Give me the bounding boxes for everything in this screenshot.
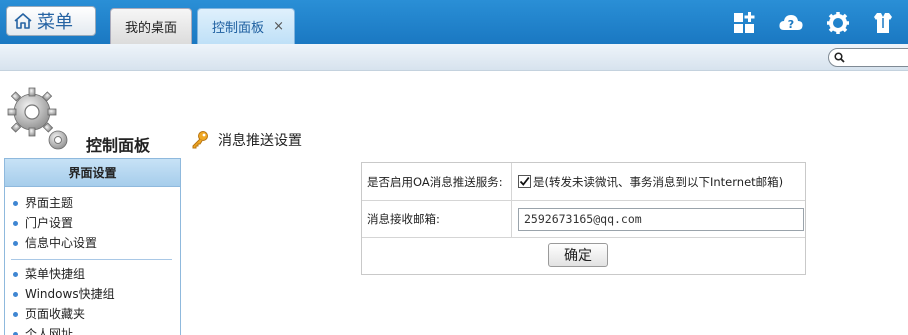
sidebar-item-theme[interactable]: 界面主题 — [13, 193, 180, 213]
sidebar-item-label: 信息中心设置 — [25, 236, 98, 250]
home-icon — [14, 13, 32, 29]
confirm-button[interactable]: 确定 — [548, 243, 608, 267]
bullet-icon — [13, 331, 18, 335]
tab-control-panel[interactable]: 控制面板 × — [197, 8, 295, 44]
push-settings-form: 是否启用OA消息推送服务: 是(转发未读微讯、事务消息到以下Internet邮箱… — [361, 162, 806, 275]
sidebar-item-label: 门户设置 — [25, 216, 74, 230]
close-icon[interactable]: × — [273, 19, 284, 34]
sidebar-item-label: 个人网址 — [25, 327, 74, 335]
enable-field: 是(转发未读微讯、事务消息到以下Internet邮箱) — [513, 163, 805, 200]
bullet-icon — [13, 200, 18, 206]
sidebar-item-label: Windows快捷组 — [25, 287, 115, 301]
tab-label: 我的桌面 — [124, 21, 177, 36]
email-field[interactable] — [518, 207, 804, 231]
svg-text:?: ? — [788, 18, 794, 31]
sidebar-group-1: 界面主题 门户设置 信息中心设置 — [5, 193, 180, 253]
sidebar-group-2: 菜单快捷组 Windows快捷组 页面收藏夹 个人网址 — [5, 264, 180, 335]
email-field-cell — [513, 201, 805, 237]
form-row: 确定 — [362, 238, 805, 274]
sidebar-item-portal[interactable]: 门户设置 — [13, 213, 180, 233]
sidebar-item-label: 菜单快捷组 — [25, 267, 86, 281]
bullet-icon — [13, 240, 18, 246]
sidebar-item-favorites[interactable]: 页面收藏夹 — [13, 304, 180, 324]
gears-logo-icon — [7, 87, 68, 150]
tab-label: 控制面板 — [212, 21, 265, 36]
sidebar-item-label: 页面收藏夹 — [25, 307, 86, 321]
form-row: 是否启用OA消息推送服务: 是(转发未读微讯、事务消息到以下Internet邮箱… — [362, 163, 805, 201]
bullet-icon — [13, 220, 18, 226]
add-shortcut-icon[interactable] — [732, 10, 758, 36]
settings-gear-icon[interactable] — [825, 10, 851, 36]
search-box[interactable] — [828, 48, 908, 67]
sidebar-item-menu-shortcuts[interactable]: 菜单快捷组 — [13, 264, 180, 284]
sidebar-item-personal-urls[interactable]: 个人网址 — [13, 324, 180, 335]
enable-option-label: 是(转发未读微讯、事务消息到以下Internet邮箱) — [533, 174, 784, 189]
form-row: 消息接收邮箱: — [362, 201, 805, 238]
sidebar-item-info-center[interactable]: 信息中心设置 — [13, 233, 180, 253]
sidebar-item-label: 界面主题 — [25, 196, 74, 210]
top-navigation-bar: 菜单 我的桌面 控制面板 × ? — [0, 0, 908, 44]
menu-button[interactable]: 菜单 — [6, 6, 96, 36]
email-label: 消息接收邮箱: — [362, 201, 512, 237]
tab-my-desktop[interactable]: 我的桌面 — [110, 8, 192, 44]
sidebar: 界面设置 界面主题 门户设置 信息中心设置 菜单快捷组 Windows快捷组 页… — [4, 158, 181, 335]
search-icon — [834, 52, 845, 63]
key-icon — [192, 131, 208, 149]
sidebar-header: 界面设置 — [5, 159, 180, 187]
section-title: 消息推送设置 — [218, 133, 302, 149]
section-header: 消息推送设置 — [190, 130, 302, 150]
enable-label: 是否启用OA消息推送服务: — [362, 163, 512, 200]
help-cloud-icon[interactable]: ? — [778, 10, 804, 36]
bullet-icon — [13, 291, 18, 297]
enable-checkbox[interactable] — [518, 175, 531, 188]
sidebar-divider — [11, 259, 172, 260]
search-input[interactable] — [849, 51, 908, 64]
toolbar — [0, 44, 908, 71]
checkmark-icon — [519, 176, 530, 186]
bullet-icon — [13, 311, 18, 317]
user-shirt-icon[interactable] — [870, 10, 896, 36]
bullet-icon — [13, 271, 18, 277]
panel-title: 控制面板 — [86, 136, 151, 155]
sidebar-item-windows-shortcuts[interactable]: Windows快捷组 — [13, 284, 180, 304]
menu-label: 菜单 — [37, 12, 73, 33]
